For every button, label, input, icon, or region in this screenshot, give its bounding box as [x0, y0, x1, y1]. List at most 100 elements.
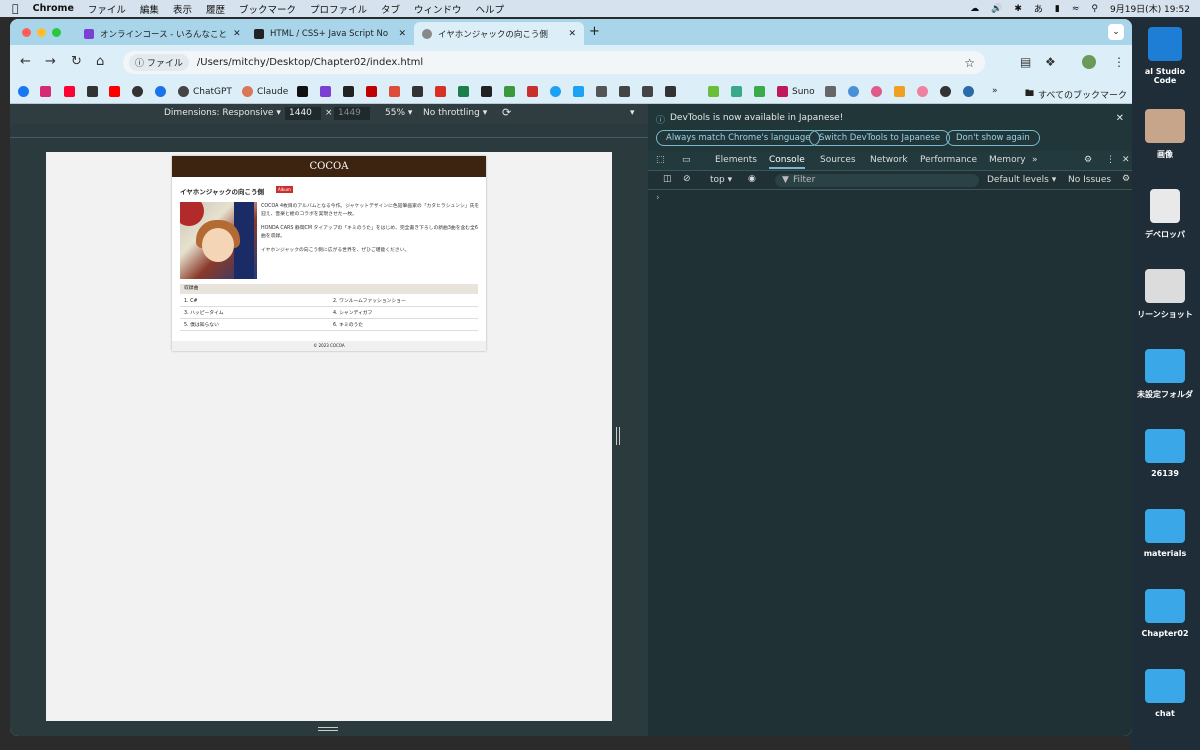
tab-console[interactable]: Console [769, 155, 805, 169]
ime-indicator[interactable]: あ [1034, 2, 1043, 15]
clear-console-icon[interactable]: ⊘ [683, 174, 691, 184]
apple-icon[interactable]:  [12, 2, 19, 15]
bookmark-chatgpt[interactable]: ChatGPT [178, 86, 232, 97]
viewport-width-input[interactable]: 1440 [285, 107, 321, 120]
bluetooth-icon[interactable]: ✱ [1014, 4, 1022, 14]
bookmark-item[interactable] [550, 86, 565, 97]
avatar[interactable] [1082, 55, 1096, 69]
extensions-icon[interactable]: ❖ [1045, 55, 1056, 69]
tab-online-course[interactable]: オンラインコース - いろんなこと ✕ [76, 22, 244, 45]
bookmark-item[interactable] [343, 86, 358, 97]
tab-network[interactable]: Network [870, 155, 908, 165]
bookmark-item[interactable] [481, 86, 496, 97]
all-bookmarks-button[interactable]: 🖿 すべてのブックマーク [1025, 86, 1127, 102]
desktop-item[interactable]: リーンショット [1134, 269, 1196, 320]
menu-item-history[interactable]: 履歴 [206, 2, 225, 16]
url-text[interactable]: /Users/mitchy/Desktop/Chapter02/index.ht… [197, 57, 423, 68]
bookmark-item[interactable] [155, 86, 170, 97]
home-button[interactable]: ⌂ [96, 54, 104, 69]
dimensions-select[interactable]: Dimensions: Responsive ▾ [164, 108, 281, 118]
more-menu-icon[interactable]: ⋮ [1113, 55, 1125, 69]
sidebar-toggle-icon[interactable]: ◫ [663, 174, 672, 184]
tab-performance[interactable]: Performance [920, 155, 977, 165]
tab-memory[interactable]: Memory [989, 155, 1026, 165]
wifi-icon[interactable]: ≈ [1072, 4, 1080, 14]
clock[interactable]: 9月19日(木) 19:52 [1110, 2, 1190, 15]
menu-item-window[interactable]: ウィンドウ [414, 2, 462, 16]
tab-elements[interactable]: Elements [715, 155, 757, 165]
close-icon[interactable]: ✕ [1116, 113, 1124, 124]
desktop-item[interactable]: デベロッパ [1134, 189, 1196, 240]
close-window-button[interactable] [22, 28, 31, 37]
device-menu-icon[interactable]: ▾ [630, 108, 635, 118]
log-levels-select[interactable]: Default levels ▾ [987, 175, 1056, 185]
bookmark-item[interactable] [665, 86, 680, 97]
bookmark-item[interactable] [917, 86, 932, 97]
zoom-window-button[interactable] [52, 28, 61, 37]
back-button[interactable]: ← [20, 54, 31, 69]
tab-html-css[interactable]: HTML / CSS+ Java Script No ✕ [246, 22, 414, 45]
battery-icon[interactable]: ▮ [1055, 4, 1060, 14]
dont-show-again-button[interactable]: Don't show again [946, 130, 1040, 146]
bottom-resize-handle[interactable] [318, 727, 338, 731]
desktop-item[interactable]: 26139 [1134, 429, 1196, 478]
bookmark-item[interactable] [366, 86, 381, 97]
rotate-icon[interactable]: ⟳ [502, 106, 511, 119]
address-bar[interactable]: ⓘ ファイル /Users/mitchy/Desktop/Chapter02/i… [123, 51, 985, 74]
device-toggle-icon[interactable]: ▭ [682, 155, 691, 165]
desktop-item[interactable]: 未設定フォルダ [1134, 349, 1196, 400]
desktop-item[interactable]: materials [1134, 509, 1196, 558]
bookmark-item[interactable] [64, 86, 79, 97]
context-select[interactable]: top ▾ [710, 175, 732, 185]
desktop-item[interactable]: al Studio Code [1134, 27, 1196, 85]
bookmark-item[interactable] [527, 86, 542, 97]
search-icon[interactable]: ⚲ [1091, 4, 1098, 14]
chevron-down-icon[interactable]: ⌄ [1108, 24, 1124, 40]
more-bookmarks-icon[interactable]: » [992, 86, 998, 96]
zoom-select[interactable]: 55% ▾ [385, 108, 412, 118]
close-icon[interactable]: ✕ [392, 29, 406, 39]
console-prompt-icon[interactable]: › [656, 193, 660, 203]
bookmark-item[interactable] [109, 86, 124, 97]
cloud-icon[interactable]: ☁ [970, 4, 979, 14]
menu-item-bookmarks[interactable]: ブックマーク [239, 2, 296, 16]
close-icon[interactable]: ✕ [562, 29, 576, 39]
site-header[interactable]: COCOA [172, 156, 486, 177]
bookmark-suno[interactable]: Suno [777, 86, 815, 97]
bookmark-item[interactable] [825, 86, 840, 97]
menu-item-view[interactable]: 表示 [173, 2, 192, 16]
inspect-icon[interactable]: ⬚ [656, 155, 665, 165]
more-tabs-icon[interactable]: » [1032, 155, 1038, 165]
bookmark-item[interactable] [389, 86, 404, 97]
close-icon[interactable]: ✕ [1122, 155, 1130, 165]
bookmark-item[interactable] [504, 86, 519, 97]
menu-app-name[interactable]: Chrome [33, 3, 74, 14]
switch-japanese-button[interactable]: Switch DevTools to Japanese [809, 130, 951, 146]
menu-item-help[interactable]: ヘルプ [476, 2, 505, 16]
more-menu-icon[interactable]: ⋮ [1106, 155, 1115, 165]
close-icon[interactable]: ✕ [227, 29, 241, 39]
match-language-button[interactable]: Always match Chrome's language [656, 130, 821, 146]
bookmark-item[interactable] [412, 86, 427, 97]
desktop-item[interactable]: 画像 [1134, 109, 1196, 160]
menu-item-edit[interactable]: 編集 [140, 2, 159, 16]
bookmark-item[interactable] [754, 86, 769, 97]
reading-list-icon[interactable]: ▤ [1020, 55, 1031, 69]
bookmark-item[interactable] [458, 86, 473, 97]
menu-item-file[interactable]: ファイル [88, 2, 126, 16]
site-info-chip[interactable]: ⓘ ファイル [129, 54, 189, 71]
bookmark-item[interactable] [871, 86, 886, 97]
bookmark-item[interactable] [18, 86, 33, 97]
bookmark-item[interactable] [435, 86, 450, 97]
bookmark-item[interactable] [708, 86, 723, 97]
bookmark-item[interactable] [596, 86, 611, 97]
bookmark-item[interactable] [87, 86, 102, 97]
viewport-height-input[interactable]: 1449 [334, 107, 370, 120]
bookmark-claude[interactable]: Claude [242, 86, 288, 97]
bookmark-item[interactable] [573, 86, 588, 97]
desktop-item[interactable]: chat [1134, 669, 1196, 718]
bookmark-star-icon[interactable]: ☆ [964, 56, 975, 70]
forward-button[interactable]: → [45, 54, 56, 69]
throttling-select[interactable]: No throttling ▾ [423, 108, 487, 118]
bookmark-item[interactable] [848, 86, 863, 97]
